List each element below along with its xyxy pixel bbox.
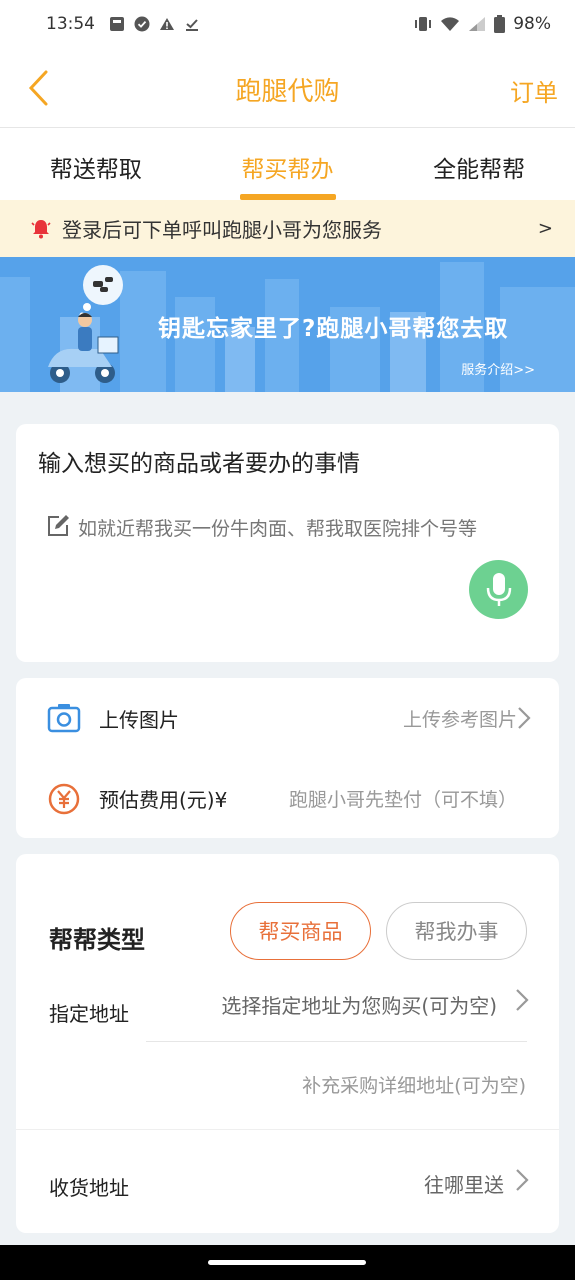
- extras-card: 上传图片 上传参考图片 预估费用(元)¥ 跑腿小哥先垫付（可不填）: [16, 678, 559, 838]
- fee-label: 预估费用(元)¥: [99, 787, 228, 812]
- promo-banner[interactable]: 钥匙忘家里了?跑腿小哥帮您去取 服务介绍>>: [0, 257, 575, 392]
- top-app-bar: 跑腿代购 订单: [0, 48, 575, 128]
- status-bar: 13:54 98%: [0, 0, 575, 48]
- chevron-right-icon: [516, 1169, 529, 1191]
- upload-value: 上传参考图片: [402, 708, 517, 731]
- address-detail-input[interactable]: 补充采购详细地址(可为空): [302, 1071, 526, 1098]
- upload-label: 上传图片: [99, 707, 179, 732]
- wifi-icon: [441, 17, 460, 31]
- warning-icon: [160, 18, 174, 30]
- designated-address-select[interactable]: 选择指定地址为您购买(可为空): [221, 990, 497, 1019]
- service-tabs: 帮送帮取 帮买帮办 全能帮帮: [0, 128, 575, 200]
- request-card: 输入想买的商品或者要办的事情 如就近帮我买一份牛肉面、帮我取医院排个号等: [16, 424, 559, 662]
- download-done-icon: [186, 19, 198, 31]
- help-type-card: 帮帮类型 帮买商品 帮我办事 指定地址 选择指定地址为您购买(可为空) 补充采购…: [16, 854, 559, 1233]
- chevron-right-icon: [518, 707, 531, 729]
- voice-input-button[interactable]: [469, 560, 528, 619]
- notification-icon: [110, 17, 124, 31]
- request-input[interactable]: 如就近帮我买一份牛肉面、帮我取医院排个号等: [78, 514, 477, 541]
- keys-thought-bubble: [79, 265, 123, 318]
- system-navigation-bar: [0, 1245, 575, 1280]
- tab-send-pickup[interactable]: 帮送帮取: [0, 128, 192, 200]
- banner-title: 钥匙忘家里了?跑腿小哥帮您去取: [158, 316, 509, 342]
- notice-text: 登录后可下单呼叫跑腿小哥为您服务: [62, 218, 382, 242]
- delivery-address-label: 收货地址: [49, 1176, 129, 1200]
- upload-image-row[interactable]: 上传图片 上传参考图片: [16, 678, 559, 758]
- option-buy-goods[interactable]: 帮买商品: [230, 902, 371, 960]
- battery-icon: [494, 15, 506, 33]
- divider: [16, 1129, 559, 1130]
- status-time: 13:54: [46, 14, 95, 34]
- option-run-errand[interactable]: 帮我办事: [386, 902, 527, 960]
- chevron-right-icon: [516, 989, 529, 1011]
- check-circle-icon: [134, 16, 150, 32]
- order-link[interactable]: 订单: [510, 73, 558, 108]
- designated-address-label: 指定地址: [49, 1002, 129, 1026]
- tab-all-help[interactable]: 全能帮帮: [383, 128, 575, 200]
- notice-arrow: >: [537, 218, 553, 239]
- signal-icon: [469, 17, 486, 31]
- home-gesture-handle[interactable]: [208, 1260, 366, 1265]
- tab-buy-errand[interactable]: 帮买帮办: [192, 128, 384, 200]
- vibrate-icon: [415, 17, 432, 31]
- fee-input[interactable]: 跑腿小哥先垫付（可不填）: [289, 785, 517, 812]
- fee-row: 预估费用(元)¥ 跑腿小哥先垫付（可不填）: [16, 758, 559, 838]
- bell-icon: [31, 219, 51, 238]
- login-notice[interactable]: 登录后可下单呼叫跑腿小哥为您服务 >: [0, 200, 575, 257]
- help-type-label: 帮帮类型: [49, 926, 145, 954]
- service-intro-link[interactable]: 服务介绍>>: [461, 359, 535, 378]
- battery-percent: 98%: [513, 14, 551, 34]
- yuan-coin-icon: [48, 783, 80, 815]
- delivery-address-select[interactable]: 往哪里送: [424, 1169, 504, 1198]
- page-title: 跑腿代购: [235, 77, 340, 107]
- camera-icon: [47, 704, 81, 733]
- microphone-icon: [486, 572, 511, 606]
- request-heading: 输入想买的商品或者要办的事情: [38, 451, 360, 477]
- edit-icon: [48, 515, 69, 536]
- divider: [146, 1041, 527, 1042]
